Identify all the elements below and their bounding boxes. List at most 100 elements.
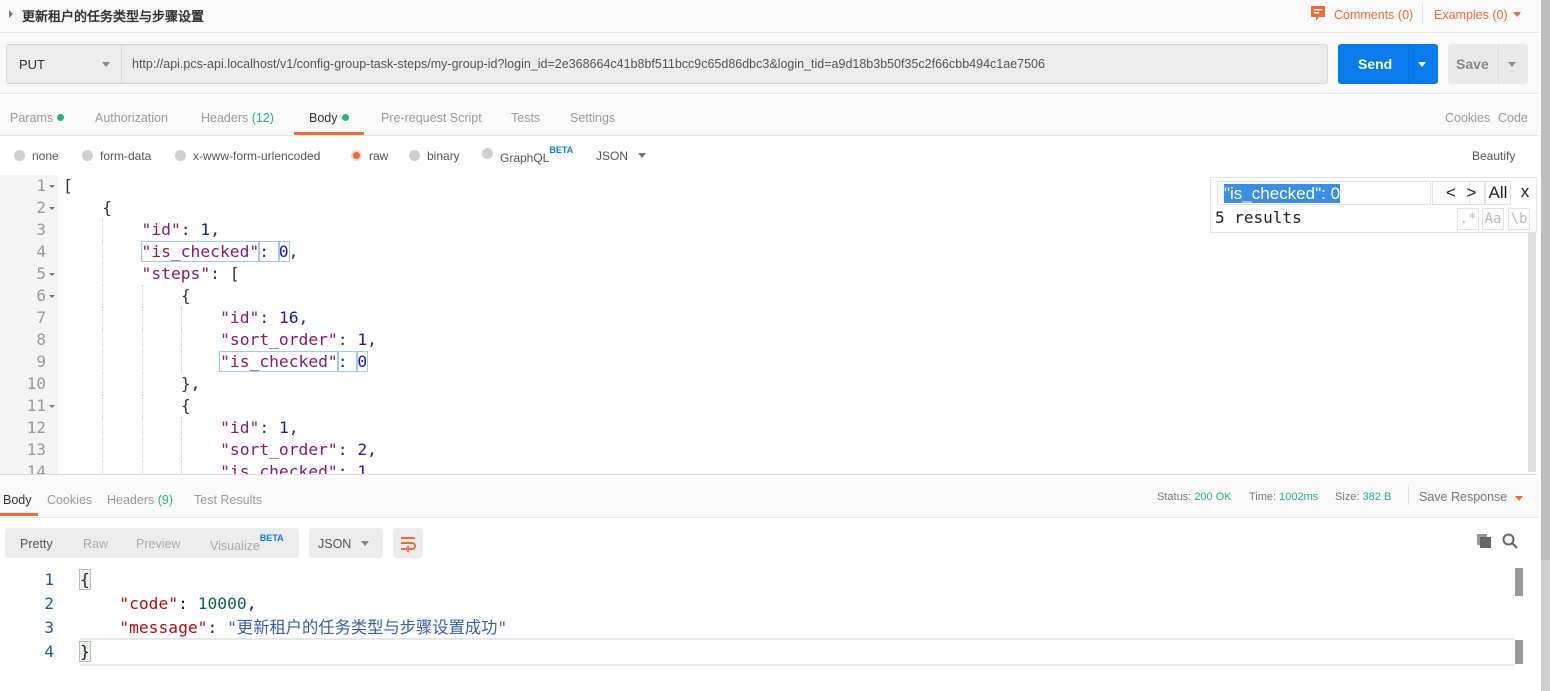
radio-form-data[interactable]: form-data: [82, 149, 151, 163]
url-input[interactable]: http://api.pcs-api.localhost/v1/config-g…: [121, 44, 1328, 84]
line-number: 4: [44, 642, 54, 661]
radio-urlencoded[interactable]: x-www-form-urlencoded: [175, 149, 320, 163]
fold-toggle-icon[interactable]: [49, 405, 55, 408]
tab-response-body[interactable]: Body: [3, 493, 32, 507]
code-token: "code": [119, 594, 179, 613]
tab-headers[interactable]: Headers (12): [201, 111, 274, 125]
tab-response-headers[interactable]: Headers (9): [107, 493, 173, 507]
code-token: : [: [210, 264, 240, 283]
save-button[interactable]: Save: [1448, 44, 1528, 84]
code-token: ,: [288, 418, 299, 437]
indent-guide: [102, 351, 104, 373]
format-select[interactable]: JSON: [596, 149, 646, 163]
response-format-select[interactable]: JSON: [309, 528, 383, 558]
code-token: 1: [278, 418, 289, 437]
radio-icon: [482, 148, 493, 159]
window-scrollbar[interactable]: [1541, 0, 1550, 691]
view-visualize[interactable]: VisualizeBETA: [210, 533, 284, 553]
view-raw[interactable]: Raw: [83, 537, 108, 551]
beautify-link[interactable]: Beautify: [1472, 149, 1515, 163]
indent-guide: [141, 329, 143, 351]
radio-none[interactable]: none: [14, 149, 59, 163]
code-link[interactable]: Code: [1498, 111, 1528, 125]
code-token: :: [178, 594, 198, 613]
tab-authorization[interactable]: Authorization: [95, 111, 168, 125]
find-close-button[interactable]: x: [1514, 181, 1536, 205]
code-token: ,: [298, 308, 309, 327]
whole-word-toggle[interactable]: \b: [1508, 208, 1530, 230]
find-input[interactable]: "is_checked": 0: [1217, 181, 1431, 205]
tab-settings[interactable]: Settings: [570, 111, 615, 125]
copy-icon[interactable]: [1476, 533, 1492, 549]
cookies-link[interactable]: Cookies: [1445, 111, 1490, 125]
radio-label: none: [32, 149, 59, 163]
search-match-token: :: [258, 241, 280, 262]
search-icon[interactable]: [1502, 533, 1518, 549]
radio-graphql[interactable]: GraphQLBETA: [482, 145, 573, 165]
code-token: {: [79, 569, 91, 590]
code-line: },: [181, 373, 201, 395]
code-token: }: [79, 641, 91, 662]
code-token: [: [63, 176, 73, 195]
response-scrollbar[interactable]: [1515, 568, 1523, 596]
indent-guide: [141, 285, 143, 307]
status-value: 200 OK: [1194, 491, 1232, 503]
headers-count: (12): [251, 111, 274, 125]
size-readout: Size: 382 B: [1335, 491, 1391, 503]
response-scrollbar-thumb[interactable]: [1515, 640, 1523, 664]
tab-label: Headers: [201, 111, 249, 125]
editor-scrollbar[interactable]: [1528, 232, 1536, 472]
view-pretty[interactable]: Pretty: [20, 537, 53, 551]
examples-dropdown-icon[interactable]: [1513, 12, 1521, 17]
wrap-lines-button[interactable]: [393, 528, 423, 558]
find-all-button[interactable]: All: [1485, 181, 1511, 205]
fold-toggle-icon[interactable]: [49, 273, 55, 276]
tab-params[interactable]: Params: [10, 111, 65, 125]
fold-toggle-icon[interactable]: [49, 185, 55, 188]
code-token: {: [102, 198, 113, 217]
response-body-viewer[interactable]: 1 {2 "code": 10000, 3 "message": "更新租户的任务类型与…: [0, 568, 1527, 678]
request-title[interactable]: 更新租户的任务类型与步骤设置: [22, 6, 204, 25]
radio-binary[interactable]: binary: [409, 149, 460, 163]
view-preview[interactable]: Preview: [136, 537, 180, 551]
code-line: "is_checked": 0: [219, 351, 369, 373]
tab-body[interactable]: Body: [309, 111, 349, 125]
case-toggle[interactable]: Aa: [1482, 208, 1504, 230]
radio-icon: [175, 150, 186, 161]
fold-toggle-icon[interactable]: [49, 295, 55, 298]
code-line: "sort_order": 2,: [220, 439, 377, 461]
code-token: :: [259, 308, 279, 327]
tab-tests[interactable]: Tests: [511, 111, 540, 125]
regex-toggle[interactable]: .*: [1457, 208, 1479, 230]
tab-pre-request-script[interactable]: Pre-request Script: [381, 111, 482, 125]
save-response-dropdown-icon[interactable]: [1515, 496, 1523, 501]
tab-test-results[interactable]: Test Results: [194, 493, 262, 507]
indent-guide: [102, 307, 104, 329]
active-tab-indicator: [0, 513, 38, 516]
send-options-icon[interactable]: [1418, 62, 1426, 67]
line-number: 3: [36, 220, 46, 239]
radio-raw[interactable]: raw: [351, 149, 388, 163]
comments-link[interactable]: Comments (0): [1334, 8, 1413, 22]
code-token: "is_checked": [220, 462, 338, 475]
search-match-token: :: [336, 351, 359, 372]
code-line: "message": "更新租户的任务类型与步骤设置成功": [119, 616, 507, 640]
save-response-button[interactable]: Save Response: [1419, 490, 1507, 504]
radio-label: raw: [369, 149, 389, 163]
tab-response-cookies[interactable]: Cookies: [47, 493, 92, 507]
find-next-button[interactable]: >: [1459, 181, 1485, 205]
code-token: 2: [357, 440, 368, 459]
examples-link[interactable]: Examples (0): [1434, 8, 1508, 22]
line-number: 4: [36, 242, 46, 261]
fold-toggle-icon[interactable]: [49, 207, 55, 210]
code-token: "sort_order": [220, 440, 338, 459]
code-line: "id": 1,: [220, 417, 298, 439]
save-options-icon[interactable]: [1508, 62, 1516, 67]
send-button[interactable]: Send: [1338, 44, 1438, 84]
window-scrollbar-thumb[interactable]: [1541, 0, 1550, 560]
method-select[interactable]: PUT: [6, 44, 122, 84]
format-value: JSON: [318, 537, 352, 551]
status-readout: Status: 200 OK: [1157, 491, 1232, 503]
indent-guide: [102, 241, 104, 263]
expand-caret-icon[interactable]: [9, 10, 13, 18]
